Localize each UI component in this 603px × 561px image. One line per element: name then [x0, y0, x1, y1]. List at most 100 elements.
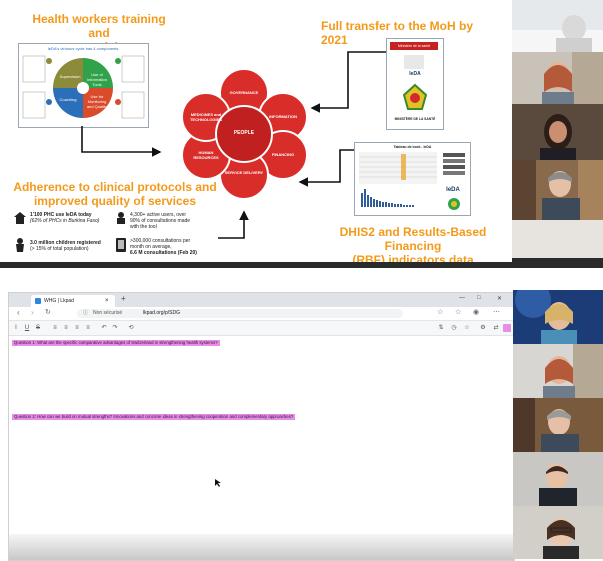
info-icon: ⓘ: [83, 310, 89, 316]
petal-label: SERVICE DELIVERY: [224, 170, 264, 175]
stat-line: with the tool: [130, 224, 157, 230]
list-unordered-button[interactable]: ≡: [62, 324, 70, 332]
moh-caption: MINISTÈRE DE LA SANTÉ: [394, 117, 436, 121]
clear-authorship-button[interactable]: ⟲: [127, 324, 135, 332]
document-icon: [404, 55, 424, 69]
participant-avatar: [513, 290, 603, 344]
participant-avatar: [513, 344, 603, 398]
heading-line: Adherence to clinical protocols and: [13, 180, 217, 194]
shared-slide: Health workers training and supervision …: [0, 0, 512, 268]
security-label: Non sécurisé: [93, 310, 123, 316]
person-icon: [117, 212, 125, 224]
flower-center-label: PEOPLE: [233, 130, 255, 136]
participant-tile[interactable]: [512, 0, 603, 52]
impact-stats: 1'100 PHC use IeDA today (62% of PHCs in…: [12, 210, 218, 262]
new-tab-button[interactable]: +: [121, 294, 126, 303]
participant-tile[interactable]: [512, 52, 603, 104]
star-icon[interactable]: ☆: [437, 308, 443, 316]
participant-tile[interactable]: [513, 506, 603, 559]
share-icon[interactable]: ⇄: [492, 324, 500, 332]
participant-avatar: [512, 52, 603, 104]
house-icon: [14, 212, 26, 224]
bottom-video-call: WHG | Lkpad × + — □ ✕ ‹ › ↻ ⓘ Non sécuri…: [0, 280, 603, 561]
star-icon[interactable]: ☆: [463, 324, 471, 332]
back-icon[interactable]: ‹: [17, 308, 20, 317]
petal-label: INFORMATION: [269, 114, 297, 119]
menu-icon[interactable]: ⋯: [493, 308, 500, 316]
participant-tile[interactable]: [512, 104, 603, 160]
browser-window: WHG | Lkpad × + — □ ✕ ‹ › ↻ ⓘ Non sécuri…: [8, 292, 515, 561]
heading-line: improved quality of services: [33, 194, 197, 208]
heading-line: DHIS2 and Results-Based Financing: [339, 225, 487, 253]
browser-tab[interactable]: WHG | Lkpad ×: [31, 295, 115, 307]
pad-editor[interactable]: Question 1: What are the specific compar…: [9, 336, 514, 534]
participant-tile[interactable]: [513, 344, 603, 398]
participant-tile[interactable]: [512, 220, 603, 268]
slide-heading-dhis: DHIS2 and Results-Based Financing (RBF) …: [318, 225, 508, 267]
underline-button[interactable]: U: [23, 324, 31, 332]
participant-avatar: [513, 506, 603, 559]
indent-button[interactable]: ≡: [73, 324, 81, 332]
participant-tile[interactable]: [512, 160, 603, 220]
minimize-button[interactable]: —: [459, 295, 465, 301]
pad-question-2[interactable]: Question 2: How can we build on mutual s…: [12, 414, 296, 420]
stat-item: 1'100 PHC use IeDA today (62% of PHCs in…: [30, 212, 110, 224]
import-export-icon[interactable]: ⇅: [437, 324, 445, 332]
petal-label: HUMAN RESOURCES: [193, 150, 219, 160]
pad-question-1[interactable]: Question 1: What are the specific compar…: [12, 340, 220, 346]
petal-label: GOVERNANCE: [229, 90, 259, 95]
timeslider-icon[interactable]: ◷: [450, 324, 458, 332]
participant-avatar: [512, 104, 603, 160]
redo-button[interactable]: ↷: [111, 324, 119, 332]
url-text: lkpad.org/p/SDG: [143, 310, 180, 316]
undo-button[interactable]: ↶: [100, 324, 108, 332]
participant-avatar: [512, 160, 603, 220]
top-video-call: Health workers training and supervision …: [0, 0, 603, 268]
browser-address-bar: ‹ › ↻ ⓘ Non sécurisé lkpad.org/p/SDG ☆ ☆…: [9, 307, 514, 321]
stat-line: (> 15% of total population): [30, 246, 89, 252]
moh-emblem-icon: [402, 83, 428, 110]
close-window-button[interactable]: ✕: [497, 295, 502, 302]
reload-icon[interactable]: ↻: [45, 308, 51, 316]
pad-favicon-icon: [35, 298, 41, 304]
forward-icon[interactable]: ›: [31, 308, 34, 317]
ieda-logo-text: IeDA: [446, 187, 460, 193]
url-input[interactable]: ⓘ Non sécurisé lkpad.org/p/SDG: [77, 309, 403, 318]
participant-tile[interactable]: [513, 398, 603, 452]
slide-heading-adherence: Adherence to clinical protocols and impr…: [10, 180, 220, 208]
dashboard-emblem-icon: [448, 198, 460, 210]
moh-header: Ministère de la santé: [390, 42, 438, 50]
screen-bottom-fade: [9, 534, 514, 560]
italic-button[interactable]: I: [12, 324, 20, 332]
close-tab-icon[interactable]: ×: [105, 295, 109, 307]
maximize-button[interactable]: □: [477, 295, 481, 301]
participant-avatar: [512, 220, 603, 268]
stat-item: 4,300+ active users, over 90% of consult…: [130, 212, 216, 230]
petal-label: MEDICINES and TECHNOLOGIES: [189, 112, 222, 122]
stat-item: 3.0 million children registered (> 15% o…: [30, 240, 114, 252]
list-ordered-button[interactable]: ≡: [51, 324, 59, 332]
favorites-icon[interactable]: ☆: [455, 308, 461, 316]
participant-avatar: [513, 452, 603, 506]
participant-avatar: [512, 0, 603, 52]
petal-label: FINANCING: [271, 152, 295, 157]
strikethrough-button[interactable]: S: [34, 324, 42, 332]
tablet-icon: [116, 238, 126, 252]
settings-icon[interactable]: ⚙: [479, 324, 487, 332]
tab-title: WHG | Lkpad: [44, 298, 74, 304]
stat-line: (62% of PHCs in Burkina Faso): [30, 218, 100, 224]
profile-icon[interactable]: ◉: [473, 308, 479, 316]
child-icon: [16, 238, 24, 252]
stat-line: 6.6 M consultations (Feb 20): [130, 250, 197, 256]
participant-avatar: [513, 398, 603, 452]
stat-item: >300,000 consultations per month on aver…: [130, 238, 216, 256]
slide-footer-bar: [0, 262, 512, 268]
participant-tile[interactable]: [513, 290, 603, 344]
mouse-cursor-icon: [215, 479, 221, 487]
user-color-icon[interactable]: [503, 324, 511, 332]
pad-toolbar: I U S ≡ ≡ ≡ ≡ ↶ ↷ ⟲ ⇅ ◷ ☆ ⚙ ⇄: [9, 321, 514, 336]
outdent-button[interactable]: ≡: [84, 324, 92, 332]
participant-tile[interactable]: [513, 452, 603, 506]
ieda-logo-text: IeDA: [409, 71, 421, 77]
browser-tab-bar: WHG | Lkpad × + — □ ✕: [9, 293, 514, 307]
